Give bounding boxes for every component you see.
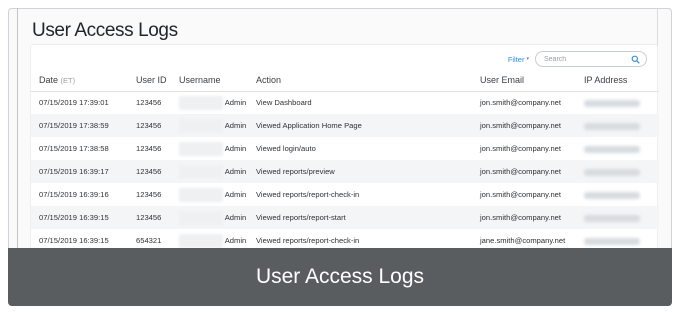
- cell-username: Admin: [171, 206, 248, 229]
- cell-email: jon.smith@company.net: [472, 114, 576, 137]
- cell-user-id: 123456: [128, 160, 171, 183]
- column-header-date[interactable]: Date (ET): [31, 69, 128, 92]
- cell-ip: [576, 137, 659, 160]
- redacted-ip: [584, 122, 640, 130]
- cell-date: 07/15/2019 17:39:01: [39, 98, 109, 108]
- cell-user-id: 123456: [128, 206, 171, 229]
- cell-date: 07/15/2019 16:39:16: [39, 190, 109, 199]
- role-label: Admin: [224, 212, 247, 222]
- cell-ip: [576, 91, 659, 114]
- redacted-name: [179, 187, 223, 202]
- cell-username: Admin: [171, 91, 248, 114]
- cell-ip: [576, 183, 659, 206]
- filter-button[interactable]: Filter ▾: [508, 55, 529, 64]
- cell-user-id: 123456: [136, 144, 162, 153]
- column-header-email[interactable]: User Email: [472, 69, 576, 92]
- cell-email: jon.smith@company.net: [480, 190, 562, 199]
- role-label: Admin: [224, 166, 247, 176]
- redacted-name: [179, 233, 223, 248]
- redacted-ip: [584, 214, 640, 222]
- cell-email: jon.smith@company.net: [472, 160, 576, 183]
- redacted-name: [179, 95, 223, 110]
- role-label: Admin: [224, 189, 247, 199]
- redacted-name: [179, 210, 223, 225]
- column-header-username[interactable]: Username: [171, 69, 248, 92]
- cell-user-id: 123456: [128, 114, 171, 137]
- cell-action: Viewed reports/preview: [248, 160, 472, 183]
- table-row[interactable]: 07/15/2019 16:39:16 123456 Admin Viewed …: [31, 183, 659, 206]
- cell-action: Viewed reports/report-check-in: [256, 190, 360, 199]
- cell-ip: [576, 114, 659, 137]
- search-icon[interactable]: [631, 55, 640, 64]
- redacted-name: [179, 118, 223, 133]
- redacted-ip: [584, 168, 640, 176]
- column-header-ip[interactable]: IP Address: [576, 69, 659, 92]
- role-label: Admin: [224, 143, 247, 153]
- table-row[interactable]: 07/15/2019 17:38:58 123456 Admin Viewed …: [31, 137, 659, 160]
- role-label: Admin: [224, 97, 247, 107]
- cell-date: 07/15/2019 17:38:58: [39, 144, 109, 153]
- cell-email: jon.smith@company.net: [480, 98, 562, 108]
- caption-banner: User Access Logs: [8, 248, 672, 306]
- cell-username: Admin: [171, 160, 248, 183]
- redacted-ip: [584, 145, 640, 153]
- column-header-user-id[interactable]: User ID: [128, 69, 171, 92]
- search-box[interactable]: [535, 51, 647, 67]
- cell-action: Viewed login/auto: [256, 144, 316, 153]
- cell-username: Admin: [171, 183, 248, 206]
- table-row[interactable]: 07/15/2019 16:39:15 123456 Admin Viewed …: [31, 206, 659, 229]
- role-label: Admin: [224, 120, 247, 130]
- redacted-ip: [584, 191, 640, 199]
- cell-action: Viewed reports/report-start: [248, 206, 472, 229]
- table-row[interactable]: 07/15/2019 16:39:17 123456 Admin Viewed …: [31, 160, 659, 183]
- redacted-name: [179, 164, 223, 179]
- role-label: Admin: [224, 235, 247, 245]
- cell-date: 07/15/2019 16:39:15: [31, 206, 128, 229]
- cell-ip: [576, 206, 659, 229]
- cell-action: View Dashboard: [256, 98, 312, 108]
- cell-username: Admin: [171, 114, 248, 137]
- table-header-row: Date (ET) User ID Username Action User E…: [31, 69, 659, 92]
- caption-text: User Access Logs: [255, 265, 425, 288]
- table-row[interactable]: 07/15/2019 17:38:59 123456 Admin Viewed …: [31, 114, 659, 137]
- cell-user-id: 123456: [136, 98, 162, 108]
- access-log-table: Date (ET) User ID Username Action User E…: [31, 69, 659, 252]
- cell-email: jon.smith@company.net: [472, 206, 576, 229]
- filter-label: Filter: [507, 54, 525, 64]
- redacted-name: [179, 141, 223, 156]
- page-title: User Access Logs: [32, 20, 178, 41]
- chevron-down-icon: ▾: [526, 56, 529, 62]
- cell-date: 07/15/2019 17:38:59: [31, 114, 128, 137]
- cell-email: jon.smith@company.net: [480, 144, 562, 153]
- cell-ip: [576, 160, 659, 183]
- cell-user-id: 123456: [136, 190, 162, 199]
- redacted-ip: [584, 237, 640, 245]
- logs-card: Filter ▾ Date (ET) User ID Username A: [30, 44, 659, 254]
- cell-date: 07/15/2019 16:39:17: [31, 160, 128, 183]
- divider: [17, 8, 18, 248]
- column-header-action[interactable]: Action: [248, 69, 472, 92]
- cell-action: Viewed Application Home Page: [248, 114, 472, 137]
- search-input[interactable]: [544, 55, 624, 63]
- cell-username: Admin: [171, 137, 248, 160]
- table-row[interactable]: 07/15/2019 17:39:01 123456 Admin View Da…: [31, 91, 659, 114]
- redacted-ip: [584, 99, 640, 107]
- table-toolbar: Filter ▾: [508, 51, 647, 67]
